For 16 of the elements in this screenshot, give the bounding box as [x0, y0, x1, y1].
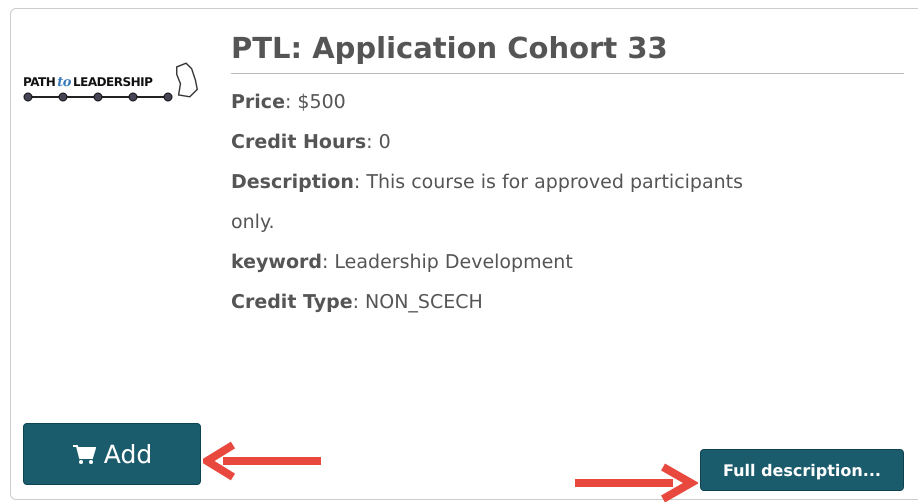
- full-description-button[interactable]: Full description...: [700, 449, 904, 491]
- course-title: PTL: Application Cohort 33: [231, 31, 904, 74]
- add-button[interactable]: Add: [23, 423, 201, 485]
- logo-text: PATH: [23, 75, 56, 89]
- course-detail: Credit Hours: 0: [231, 130, 392, 155]
- course-detail: Price: $500: [231, 90, 347, 115]
- course-detail: Description: This course is for approved participants only.: [231, 170, 744, 235]
- left-arrow-icon: [203, 441, 323, 481]
- right-arrow-icon: [573, 463, 698, 502]
- course-detail: keyword: Leadership Development: [231, 250, 574, 275]
- cart-icon: [72, 443, 96, 465]
- dotted-line-icon: [23, 92, 173, 102]
- logo-text: LEADERSHIP: [72, 75, 152, 89]
- course-detail: Credit Type: NON_SCECH: [231, 290, 484, 315]
- map-outline-icon: [173, 61, 201, 99]
- logo-text: to: [57, 75, 71, 90]
